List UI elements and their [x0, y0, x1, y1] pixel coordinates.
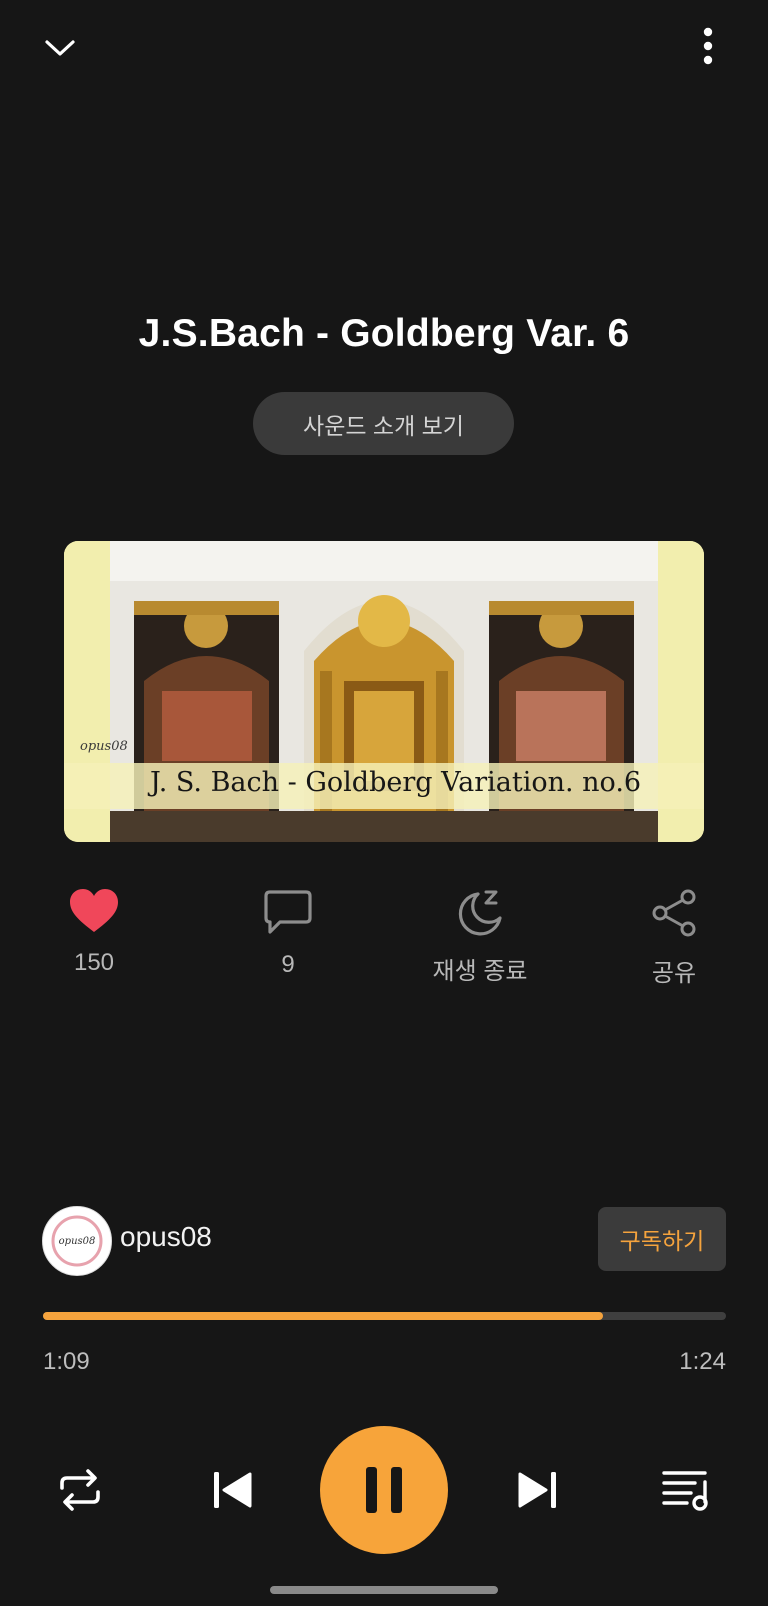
- more-vertical-icon: [703, 27, 713, 65]
- channel-avatar[interactable]: opus08: [42, 1206, 112, 1276]
- comment-icon: [264, 890, 312, 934]
- home-indicator[interactable]: [270, 1586, 498, 1594]
- sleep-timer-icon: [458, 890, 502, 936]
- avatar-text: opus08: [58, 1235, 96, 1247]
- subscribe-button[interactable]: 구독하기: [598, 1207, 726, 1271]
- cover-caption: J. S. Bach - Goldberg Variation. no.6: [150, 767, 642, 798]
- progress-bar[interactable]: [43, 1312, 726, 1320]
- progress-fill: [43, 1312, 604, 1320]
- comment-count: 9: [281, 951, 295, 978]
- share-label: 공유: [651, 960, 697, 987]
- track-title: J.S.Bach - Goldberg Var. 6: [138, 312, 630, 355]
- sleep-timer-label: 재생 종료: [432, 958, 528, 985]
- playlist-button[interactable]: [658, 1462, 714, 1518]
- sleep-timer-button[interactable]: 재생 종료: [410, 888, 550, 986]
- heart-icon: [70, 889, 118, 932]
- skip-previous-icon: [214, 1472, 252, 1508]
- channel-name[interactable]: opus08: [120, 1221, 212, 1253]
- share-icon: [652, 889, 696, 937]
- pause-button[interactable]: [320, 1426, 448, 1554]
- repeat-button[interactable]: [52, 1462, 108, 1518]
- comment-button[interactable]: 9: [218, 888, 358, 979]
- share-button[interactable]: 공유: [604, 888, 744, 988]
- total-duration: 1:24: [679, 1348, 726, 1375]
- collapse-button[interactable]: [36, 24, 84, 72]
- cover-watermark: opus08: [80, 739, 128, 754]
- pause-icon: [366, 1467, 402, 1513]
- next-button[interactable]: [510, 1462, 566, 1518]
- playlist-icon: [662, 1471, 708, 1511]
- elapsed-time: 1:09: [43, 1348, 90, 1375]
- album-cover: opus08 J. S. Bach - Goldberg Variation. …: [64, 541, 704, 842]
- sound-intro-button[interactable]: 사운드 소개 보기: [253, 392, 514, 455]
- previous-button[interactable]: [204, 1462, 260, 1518]
- skip-next-icon: [518, 1472, 556, 1508]
- more-menu-button[interactable]: [684, 22, 732, 70]
- repeat-icon: [60, 1469, 100, 1511]
- chevron-down-icon: [45, 40, 75, 56]
- like-button[interactable]: 150: [24, 888, 164, 977]
- like-count: 150: [73, 949, 115, 976]
